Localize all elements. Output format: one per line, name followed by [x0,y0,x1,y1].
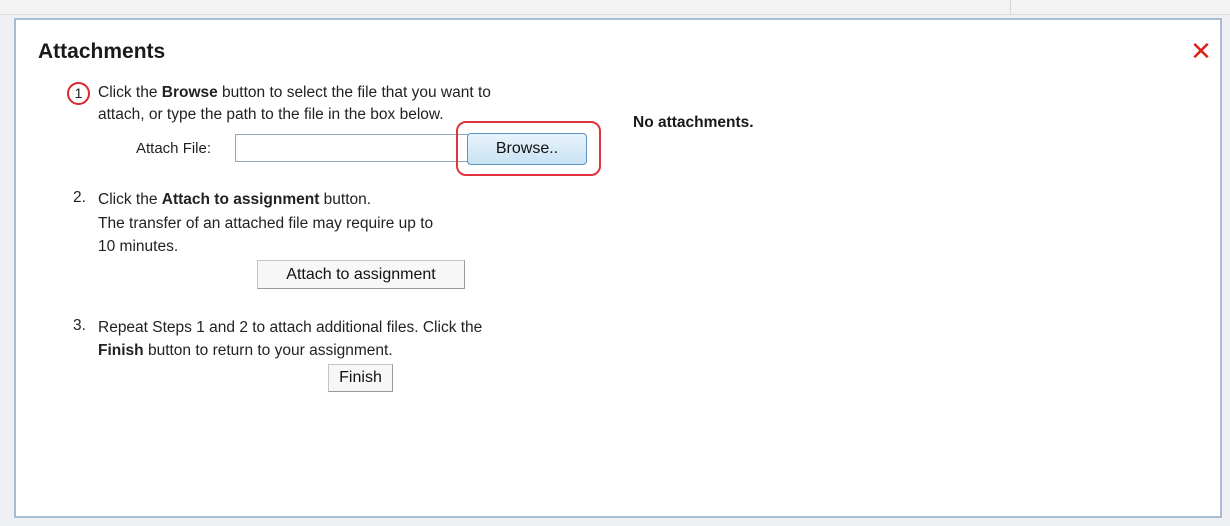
step-2-text-a: Click the [98,191,162,208]
top-strip [0,0,1230,15]
finish-button[interactable]: Finish [328,364,393,392]
no-attachments-text: No attachments. [633,114,754,131]
step-1-text-c: button to select the file that you want … [217,84,491,101]
step-3-number: 3. [73,317,86,334]
step-1-text-browse: Browse [161,84,218,101]
step-2-line-1: Click the Attach to assignment button. [98,189,371,211]
step-2-line-3: 10 minutes. [98,238,179,255]
attach-file-label: Attach File: [136,140,212,157]
step-1-number-circle: 1 [67,82,90,105]
step-1-text-a: Click the [98,84,162,101]
step-3-line-1: Repeat Steps 1 and 2 to attach additiona… [98,319,483,336]
step-3-line-2: Finish button to return to your assignme… [98,340,393,362]
browse-button[interactable]: Browse.. [467,133,587,165]
top-strip-divider [1010,0,1011,14]
step-2-line-2: The transfer of an attached file may req… [98,215,434,232]
attachments-dialog: Attachments ✕ 1 Click the Browse button … [14,18,1222,518]
step-3-text-b: button to return to your assignment. [143,342,393,359]
step-2-number: 2. [73,189,86,206]
close-x-icon[interactable]: ✕ [1188,38,1214,64]
dialog-title: Attachments [38,40,166,63]
step-3-text-finish: Finish [98,342,144,359]
step-2-text-c: button. [319,191,372,208]
step-1-line-1: Click the Browse button to select the fi… [98,82,491,104]
attach-file-input[interactable] [235,134,475,162]
step-2-text-attach: Attach to assignment [161,191,320,208]
attach-to-assignment-button[interactable]: Attach to assignment [257,260,465,289]
step-1-line-2: attach, or type the path to the file in … [98,106,444,123]
